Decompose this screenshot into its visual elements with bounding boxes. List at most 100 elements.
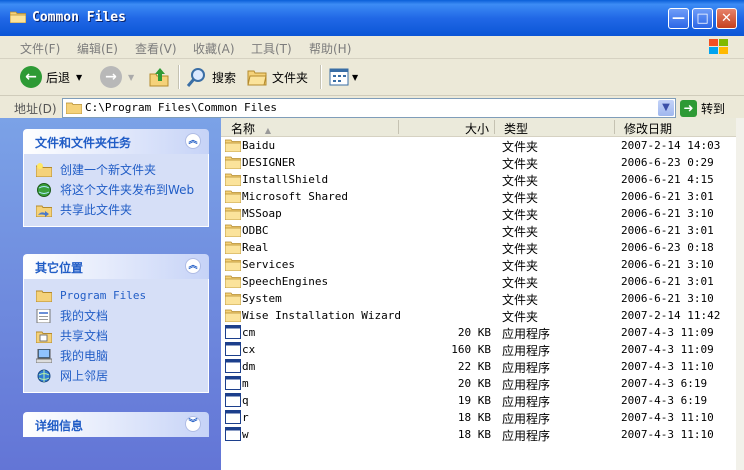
folder-icon [225,274,241,288]
file-tasks-body: 创建一个新文件夹 将这个文件夹发布到Web 共享此文件夹 [23,154,209,227]
file-row[interactable]: Real 文件夹 2006-6-23 0:18 [221,239,736,256]
file-name: InstallShield [242,173,329,186]
back-dropdown-icon[interactable]: ▼ [76,73,82,82]
chevron-down-icon[interactable]: ︾ [185,416,201,432]
file-modified: 2007-4-3 11:09 [621,326,714,339]
address-dropdown-icon[interactable]: ▼ [658,100,674,116]
file-row[interactable]: SpeechEngines 文件夹 2006-6-21 3:01 [221,273,736,290]
column-modified-header[interactable]: 修改日期 [624,120,672,137]
file-row[interactable]: q 19 KB 应用程序 2007-4-3 6:19 [221,392,736,409]
menu-view[interactable]: 查看(V) [135,40,177,57]
file-row[interactable]: cx 160 KB 应用程序 2007-4-3 11:09 [221,341,736,358]
title-bar[interactable]: Common Files — □ ✕ [0,0,744,36]
go-button[interactable]: ➜ 转到 [680,98,725,118]
file-modified: 2007-4-3 6:19 [621,377,708,390]
column-divider[interactable] [494,120,495,134]
column-name-label: 名称 [231,122,256,136]
back-button[interactable]: ← 后退 ▼ [20,63,82,91]
file-type: 应用程序 [502,378,551,392]
task-share-folder[interactable]: 共享此文件夹 [24,200,208,220]
column-size-label: 大小 [465,122,490,136]
file-type: 文件夹 [502,259,539,273]
file-type: 文件夹 [502,293,539,307]
file-tasks-title: 文件和文件夹任务 [35,136,132,150]
file-tasks-header[interactable]: 文件和文件夹任务 ︽ [23,129,209,154]
views-button[interactable]: ▼ [328,63,358,91]
task-publish-web[interactable]: 将这个文件夹发布到Web [24,180,208,200]
menu-help[interactable]: 帮助(H) [309,40,351,57]
menu-tools[interactable]: 工具(T) [251,40,292,57]
file-row[interactable]: DESIGNER 文件夹 2006-6-23 0:29 [221,154,736,171]
toolbar-separator [320,65,322,89]
folders-button[interactable]: 文件夹 [246,63,308,91]
file-row[interactable]: w 18 KB 应用程序 2007-4-3 11:10 [221,426,736,443]
details-header[interactable]: 详细信息 ︾ [23,412,209,437]
up-folder-button[interactable] [148,63,170,91]
views-dropdown-icon[interactable]: ▼ [352,73,358,82]
folder-icon [225,206,241,220]
column-type-header[interactable]: 类型 [504,120,528,137]
file-row[interactable]: ODBC 文件夹 2006-6-21 3:01 [221,222,736,239]
file-size: 20 KB [457,377,491,390]
file-modified: 2006-6-21 3:01 [621,224,714,237]
toolbar: ← 后退 ▼ → ▼ 搜索 文件夹 ▼ [0,59,744,96]
column-size-header[interactable]: 大小 [465,120,489,137]
forward-dropdown-icon[interactable]: ▼ [128,73,134,82]
my-computer-icon [36,349,52,363]
place-my-documents[interactable]: 我的文档 [24,306,208,326]
folder-icon [225,257,241,271]
file-type: 文件夹 [502,140,539,154]
file-row[interactable]: Baidu 文件夹 2007-2-14 14:03 [221,137,736,154]
views-icon [329,68,349,86]
scrollbar[interactable] [736,118,744,470]
maximize-button[interactable]: □ [692,8,713,29]
folder-icon [225,138,241,152]
application-icon [225,359,241,373]
column-modified-label: 修改日期 [624,122,673,136]
task-new-folder[interactable]: 创建一个新文件夹 [24,160,208,180]
forward-button[interactable]: → ▼ [100,63,134,91]
file-row[interactable]: cm 20 KB 应用程序 2007-4-3 11:09 [221,324,736,341]
file-row[interactable]: dm 22 KB 应用程序 2007-4-3 11:10 [221,358,736,375]
file-row[interactable]: MSSoap 文件夹 2006-6-21 3:10 [221,205,736,222]
menu-edit[interactable]: 编辑(E) [77,40,118,57]
file-name: System [242,292,282,305]
file-modified: 2007-4-3 11:09 [621,343,714,356]
file-modified: 2006-6-21 3:01 [621,275,714,288]
folders-icon [247,70,267,86]
file-row[interactable]: m 20 KB 应用程序 2007-4-3 6:19 [221,375,736,392]
file-row[interactable]: System 文件夹 2006-6-21 3:10 [221,290,736,307]
column-divider[interactable] [398,120,399,134]
file-row[interactable]: InstallShield 文件夹 2006-6-21 4:15 [221,171,736,188]
file-row[interactable]: r 18 KB 应用程序 2007-4-3 11:10 [221,409,736,426]
place-network[interactable]: 网上邻居 [24,366,208,386]
place-program-files[interactable]: Program Files [24,285,208,306]
close-button[interactable]: ✕ [716,8,737,29]
file-modified: 2006-6-21 3:01 [621,190,714,203]
chevron-up-icon[interactable]: ︽ [185,133,201,149]
column-name-header[interactable]: 名称 ▲ [231,120,271,137]
publish-web-icon [37,183,51,197]
search-button[interactable]: 搜索 [186,63,236,91]
file-row[interactable]: Microsoft Shared 文件夹 2006-6-21 3:01 [221,188,736,205]
file-name: r [242,411,249,424]
chevron-up-icon[interactable]: ︽ [185,258,201,274]
folder-icon [225,172,241,186]
file-row[interactable]: Wise Installation Wizard 文件夹 2007-2-14 11:… [221,307,736,324]
file-row[interactable]: Services 文件夹 2006-6-21 3:10 [221,256,736,273]
other-places-header[interactable]: 其它位置 ︽ [23,254,209,279]
menu-file[interactable]: 文件(F) [20,40,60,57]
up-folder-icon [149,68,169,87]
file-type: 文件夹 [502,242,539,256]
menu-favorites[interactable]: 收藏(A) [193,40,235,57]
file-name: q [242,394,249,407]
address-input[interactable]: C:\Program Files\Common Files ▼ [62,98,676,118]
column-divider[interactable] [614,120,615,134]
column-type-label: 类型 [504,122,529,136]
place-shared-documents[interactable]: 共享文档 [24,326,208,346]
maximize-icon: □ [696,11,709,26]
menu-bar: 文件(F) 编辑(E) 查看(V) 收藏(A) 工具(T) 帮助(H) [0,36,744,59]
place-my-computer[interactable]: 我的电脑 [24,346,208,366]
file-size: 18 KB [457,428,491,441]
minimize-button[interactable]: — [668,8,689,29]
